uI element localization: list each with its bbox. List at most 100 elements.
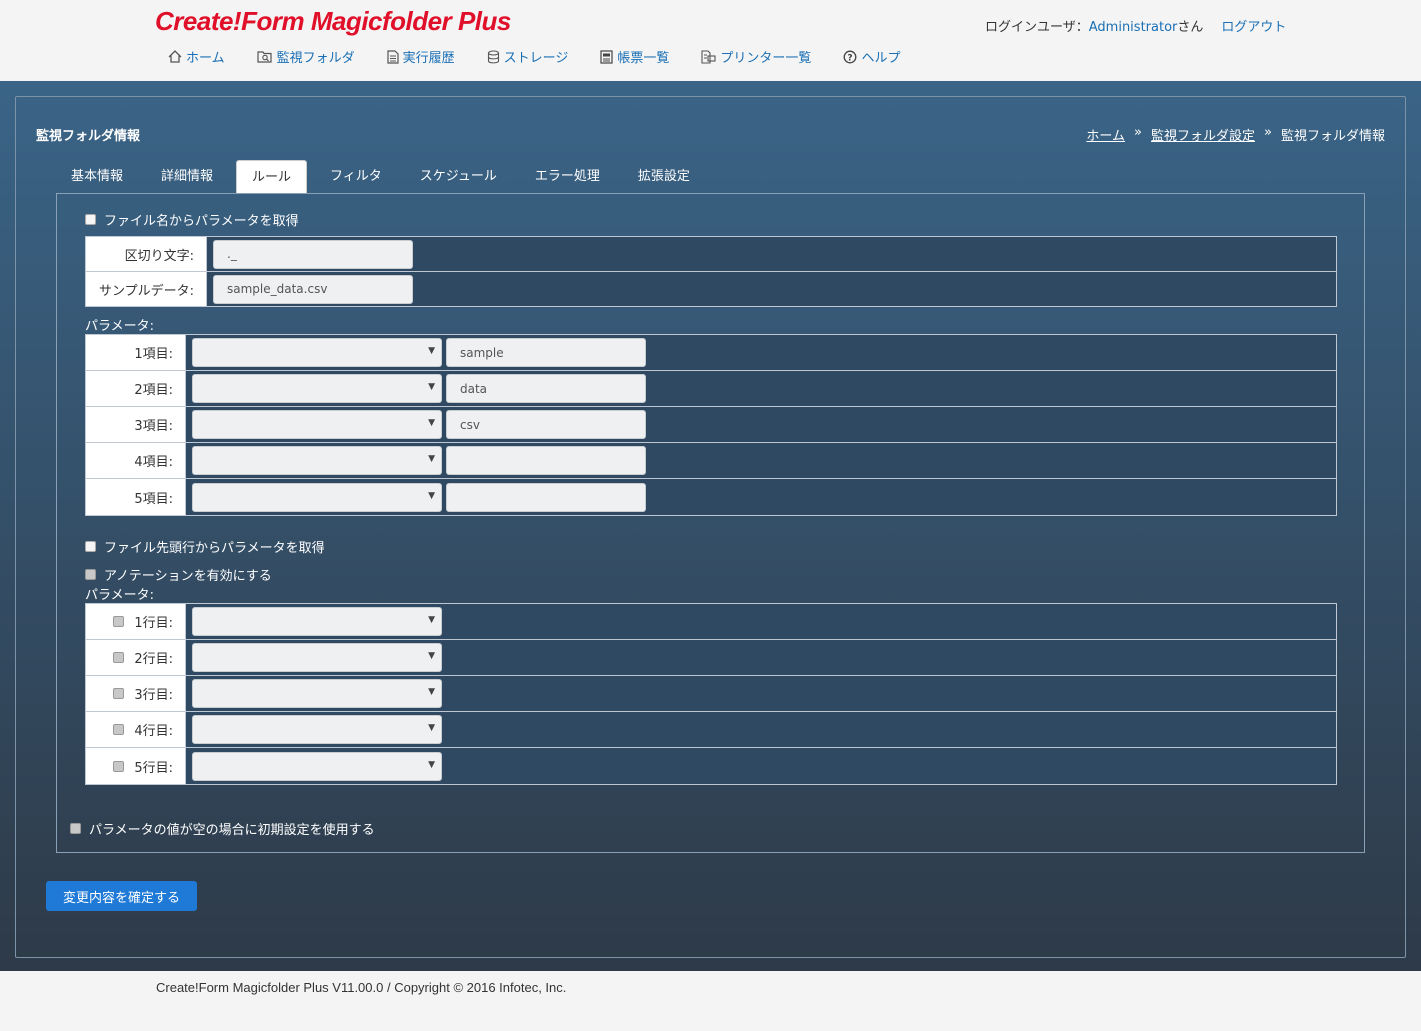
annotation-checkbox[interactable] xyxy=(85,569,96,580)
filename-param-checkbox[interactable] xyxy=(85,214,96,225)
tab-basic-info[interactable]: 基本情報 xyxy=(56,160,138,194)
tab-detail-info[interactable]: 詳細情報 xyxy=(146,160,228,194)
main-nav: ホーム 監視フォルダ 実行履歴 ストレージ 帳票一覧 プリンター一覧 ? ヘルプ xyxy=(168,47,932,66)
login-user-label: ログインユーザ： xyxy=(985,20,1089,35)
chevron-down-icon: ▼ xyxy=(428,687,435,697)
line-param-checkbox[interactable] xyxy=(113,724,125,735)
printer-icon xyxy=(701,49,716,64)
param-item-value-input[interactable]: data xyxy=(446,374,646,403)
breadcrumb-settings[interactable]: 監視フォルダ設定 xyxy=(1151,125,1255,144)
line-param-checkbox[interactable] xyxy=(113,616,125,627)
param-item-row: 2項目: ▼ data xyxy=(86,371,1336,407)
tab-rules[interactable]: ルール xyxy=(236,160,308,194)
line-param-select[interactable]: ▼ xyxy=(192,679,442,708)
line-param-label: 3行目: xyxy=(134,688,173,703)
nav-item-forms[interactable]: 帳票一覧 xyxy=(600,47,669,66)
nav-label: ホーム xyxy=(186,51,225,66)
line-param-select[interactable]: ▼ xyxy=(192,643,442,672)
line-param-label: 1行目: xyxy=(134,616,173,631)
param-item-value-input[interactable]: csv xyxy=(446,410,646,439)
filename-param-label: ファイル名からパラメータを取得 xyxy=(104,214,299,229)
param-item-label: 1項目: xyxy=(86,335,186,370)
nav-item-history[interactable]: 実行履歴 xyxy=(387,47,455,66)
param-item-value-input[interactable] xyxy=(446,482,646,512)
line-param-row: 3行目: ▼ xyxy=(86,676,1336,712)
param-item-value-input[interactable] xyxy=(446,446,646,475)
nav-item-home[interactable]: ホーム xyxy=(168,47,225,66)
nav-item-help[interactable]: ? ヘルプ xyxy=(843,47,900,66)
tab-bar: 基本情報 詳細情報 ルール フィルタ スケジュール エラー処理 拡張設定 xyxy=(56,160,713,194)
param-item-select[interactable]: ▼ xyxy=(192,410,442,439)
chevron-down-icon: ▼ xyxy=(428,418,435,428)
app-logo[interactable]: Create!Form Magicfolder Plus xyxy=(155,6,511,37)
line-param-cell: ▼ xyxy=(186,676,442,711)
chevron-down-icon: ▼ xyxy=(428,723,435,733)
rules-tab-content: ファイル名からパラメータを取得 区切り文字: ._ サンプルデータ: sampl… xyxy=(56,193,1365,853)
line-param-label-cell: 3行目: xyxy=(86,676,186,711)
line-param-select[interactable]: ▼ xyxy=(192,607,442,636)
line-param-cell: ▼ xyxy=(186,604,442,639)
delimiter-row: 区切り文字: ._ xyxy=(86,237,1336,272)
param-item-cell: ▼ csv xyxy=(186,407,646,442)
header-param-checkbox[interactable] xyxy=(85,541,96,552)
param-item-cell: ▼ xyxy=(186,479,646,515)
line-param-cell: ▼ xyxy=(186,640,442,675)
line-param-cell: ▼ xyxy=(186,748,442,784)
line-param-label-cell: 1行目: xyxy=(86,604,186,639)
line-param-checkbox[interactable] xyxy=(113,688,125,699)
param-item-select[interactable]: ▼ xyxy=(192,374,442,403)
tab-filter[interactable]: フィルタ xyxy=(315,160,397,194)
header-param-label: ファイル先頭行からパラメータを取得 xyxy=(104,541,325,556)
chevron-down-icon: ▼ xyxy=(428,759,435,770)
delimiter-table: 区切り文字: ._ サンプルデータ: sample_data.csv xyxy=(85,236,1337,307)
logout-link[interactable]: ログアウト xyxy=(1221,20,1286,35)
line-param-row: 2行目: ▼ xyxy=(86,640,1336,676)
confirm-changes-button[interactable]: 変更内容を確定する xyxy=(46,881,197,911)
filename-params-table: 1項目: ▼ sample 2項目: ▼ data 3項目: ▼ csv 4項目… xyxy=(85,334,1337,516)
form-list-icon xyxy=(600,49,614,64)
line-param-label: 2行目: xyxy=(134,652,173,667)
nav-label: 実行履歴 xyxy=(402,51,455,66)
param-item-select[interactable]: ▼ xyxy=(192,338,442,367)
sample-data-input[interactable]: sample_data.csv xyxy=(213,274,413,304)
tab-extended-settings[interactable]: 拡張設定 xyxy=(623,160,705,194)
tab-error-handling[interactable]: エラー処理 xyxy=(520,160,615,194)
chevron-down-icon: ▼ xyxy=(428,454,435,464)
nav-label: 監視フォルダ xyxy=(276,51,355,66)
user-name-link[interactable]: Administrator xyxy=(1089,20,1178,35)
user-bar: ログインユーザ：Administratorさん ログアウト xyxy=(985,16,1286,35)
use-default-label: パラメータの値が空の場合に初期設定を使用する xyxy=(89,823,375,838)
delimiter-input[interactable]: ._ xyxy=(213,239,413,269)
chevron-down-icon: ▼ xyxy=(428,346,435,356)
sample-data-cell: sample_data.csv xyxy=(207,272,413,306)
chevron-down-icon: ▼ xyxy=(428,490,435,501)
nav-item-monitor-folder[interactable]: 監視フォルダ xyxy=(257,47,355,66)
breadcrumb-home[interactable]: ホーム xyxy=(1086,125,1125,144)
line-param-select[interactable]: ▼ xyxy=(192,751,442,781)
param-item-cell: ▼ data xyxy=(186,371,646,406)
nav-item-storage[interactable]: ストレージ xyxy=(487,47,568,66)
line-param-label: 4行目: xyxy=(134,724,173,739)
param-item-select[interactable]: ▼ xyxy=(192,446,442,475)
param-item-row: 4項目: ▼ xyxy=(86,443,1336,479)
monitor-folder-panel: 監視フォルダ情報 ホーム » 監視フォルダ設定 » 監視フォルダ情報 基本情報 … xyxy=(15,96,1406,958)
use-default-checkbox[interactable] xyxy=(70,823,81,834)
svg-text:?: ? xyxy=(848,53,853,63)
filename-params-label: パラメータ: xyxy=(85,319,154,334)
param-item-select[interactable]: ▼ xyxy=(192,482,442,512)
param-item-row: 3項目: ▼ csv xyxy=(86,407,1336,443)
line-param-select[interactable]: ▼ xyxy=(192,715,442,744)
tab-schedule[interactable]: スケジュール xyxy=(405,160,512,194)
chevron-down-icon: ▼ xyxy=(428,615,435,625)
nav-item-printers[interactable]: プリンター一覧 xyxy=(701,47,811,66)
nav-label: プリンター一覧 xyxy=(720,51,812,66)
line-param-checkbox[interactable] xyxy=(113,760,125,772)
line-param-row: 5行目: ▼ xyxy=(86,748,1336,784)
footer-copyright: Create!Form Magicfolder Plus V11.00.0 / … xyxy=(156,980,567,995)
sample-data-row: サンプルデータ: sample_data.csv xyxy=(86,272,1336,306)
param-item-cell: ▼ sample xyxy=(186,335,646,370)
line-param-checkbox[interactable] xyxy=(113,652,125,663)
param-item-value-input[interactable]: sample xyxy=(446,338,646,367)
user-suffix: さん xyxy=(1177,20,1204,35)
line-param-row: 1行目: ▼ xyxy=(86,604,1336,640)
